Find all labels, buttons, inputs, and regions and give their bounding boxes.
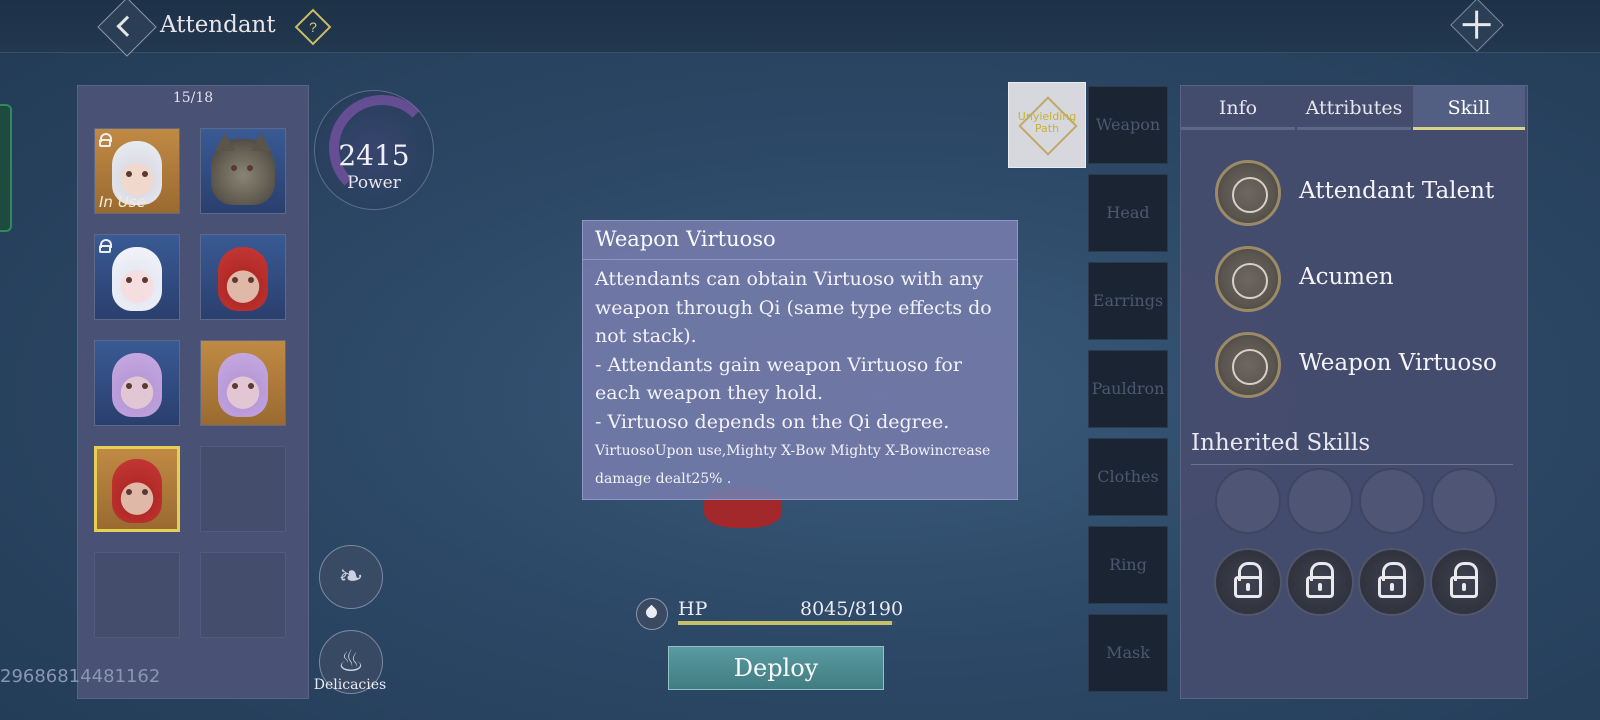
locked-skill-slot[interactable] [1286,548,1354,616]
tab-attributes[interactable]: Attributes [1297,86,1411,130]
lock-icon [99,133,112,147]
attendant-slot[interactable] [94,234,180,320]
gear-slot-pauldron[interactable]: Pauldron [1088,350,1168,428]
gear-slot-clothes[interactable]: Clothes [1088,438,1168,516]
weapon-virtuoso-skill-icon [1215,332,1281,398]
tooltip-description: Attendants can obtain Virtuoso with any … [595,268,992,433]
skill-weapon-virtuoso[interactable]: Weapon Virtuoso [1215,332,1515,404]
skill-name: Acumen [1299,264,1394,290]
attendant-slot[interactable]: In Use [94,128,180,214]
inherited-skill-slot[interactable] [1287,468,1353,534]
section-divider [1191,464,1513,465]
power-badge: 2415 Power [314,90,435,210]
fish-icon: ❧ [338,559,364,594]
attendant-slot[interactable] [200,340,286,426]
attendant-roster: 15/18 In Use [77,85,309,699]
back-button[interactable] [97,0,157,57]
attendant-slot[interactable] [200,234,286,320]
skill-name: Weapon Virtuoso [1299,350,1497,376]
empty-slot[interactable] [94,552,180,638]
tooltip-note: VirtuosoUpon use,Mighty X-Bow Mighty X-B… [595,443,991,487]
skill-tooltip: Weapon Virtuoso Attendants can obtain Vi… [582,220,1018,500]
empty-slot[interactable] [200,552,286,638]
tab-skill[interactable]: Skill [1413,86,1525,130]
empty-slot[interactable] [200,446,286,532]
attendant-slot-selected[interactable] [94,446,180,532]
locked-skill-slot[interactable] [1358,548,1426,616]
gear-slot-earrings[interactable]: Earrings [1088,262,1168,340]
attendant-portrait [112,459,162,523]
tooltip-title: Weapon Virtuoso [595,227,776,251]
gear-thumbnail-label: Unyielding Path [1017,110,1077,135]
tooltip-divider [583,259,1017,260]
hp-bar [678,621,896,625]
inherited-skill-slot[interactable] [1215,468,1281,534]
tab-info[interactable]: Info [1181,86,1295,130]
close-button[interactable] [1450,0,1504,52]
gear-thumbnail[interactable]: Unyielding Path [1008,82,1086,168]
acumen-skill-icon [1215,246,1281,312]
attendant-portrait [211,133,275,205]
gear-slot-head[interactable]: Head [1088,174,1168,252]
help-icon: ? [309,19,317,35]
gear-slot-ring[interactable]: Ring [1088,526,1168,604]
hp-value: 8045/8190 [800,598,904,620]
power-label: Power [347,173,401,193]
talent-skill-icon [1215,160,1281,226]
bond-button[interactable]: ❧ [319,545,383,609]
power-value: 2415 [338,139,410,172]
hp-icon [636,598,668,630]
roster-count: 15/18 [172,90,214,106]
attendant-portrait [112,353,162,417]
locked-skill-slot[interactable] [1214,548,1282,616]
attendant-portrait [218,247,268,311]
inherited-skills-title: Inherited Skills [1191,430,1371,456]
skill-name: Attendant Talent [1299,178,1495,204]
skill-attendant-talent[interactable]: Attendant Talent [1215,160,1515,232]
left-edge-tab[interactable] [0,104,12,232]
locked-skill-slot[interactable] [1430,548,1498,616]
hp-bar-fill [678,621,893,625]
attendant-slot[interactable] [94,340,180,426]
back-arrow-icon [116,15,138,37]
inherited-skill-slot[interactable] [1359,468,1425,534]
skill-acumen[interactable]: Acumen [1215,246,1515,318]
player-uid: 29686814481162 [0,666,161,687]
page-title: Attendant [160,12,276,38]
top-bar: Attendant ? [0,0,1600,57]
attendant-portrait [112,247,162,311]
gear-slot-mask[interactable]: Mask [1088,614,1168,692]
details-panel: Info Attributes Skill Attendant Talent A… [1180,85,1528,699]
attendant-portrait [218,353,268,417]
inherited-skill-slot[interactable] [1431,468,1497,534]
gear-slot-weapon[interactable]: Weapon [1088,86,1168,164]
hp-label: HP [678,598,708,620]
in-use-label: In Use [99,193,146,211]
lock-icon [99,239,112,253]
attendant-slot[interactable] [200,128,286,214]
deploy-button[interactable]: Deploy [668,646,884,690]
delicacies-label: Delicacies [313,677,387,693]
help-button[interactable]: ? [294,8,332,46]
